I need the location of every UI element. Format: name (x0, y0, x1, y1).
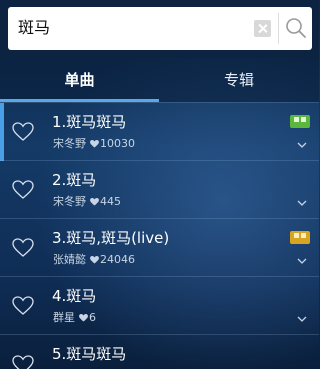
song-title: 5.斑马斑马 (52, 345, 127, 363)
song-artist: 张婧懿 (53, 253, 86, 266)
song-meta: 张婧懿 24046 (53, 253, 135, 267)
heart-icon (90, 140, 99, 148)
hq-badge (290, 115, 310, 128)
song-artist: 宋冬野 (53, 137, 86, 150)
song-meta: 群星 6 (53, 311, 96, 325)
search-divider (278, 13, 279, 44)
list-item[interactable]: 3.斑马,斑马(live) 张婧懿 24046 (0, 218, 319, 276)
heart-outline-icon[interactable] (12, 180, 34, 200)
heart-outline-icon[interactable] (12, 296, 34, 316)
sq-badge (290, 231, 310, 244)
tab-albums[interactable]: 专辑 (159, 58, 319, 102)
song-title: 3.斑马,斑马(live) (52, 229, 170, 247)
chevron-down-icon[interactable] (297, 258, 307, 265)
search-bar: 斑马 (0, 0, 319, 58)
heart-outline-icon[interactable] (12, 355, 34, 369)
heart-icon (90, 198, 99, 206)
heart-outline-icon[interactable] (12, 122, 34, 142)
song-title: 4.斑马 (52, 287, 97, 305)
heart-icon (79, 314, 88, 322)
search-input[interactable]: 斑马 (18, 18, 50, 38)
heart-outline-icon[interactable] (12, 238, 34, 258)
song-artist: 宋冬野 (53, 195, 86, 208)
badge-mark (294, 233, 306, 238)
song-title: 1.斑马斑马 (52, 113, 127, 131)
song-meta: 宋冬野 445 (53, 195, 121, 209)
tab-singles[interactable]: 单曲 (0, 58, 159, 102)
list-item[interactable]: 5.斑马斑马 (0, 334, 319, 369)
song-likes: 24046 (100, 253, 135, 266)
list-item[interactable]: 2.斑马 宋冬野 445 (0, 160, 319, 218)
heart-icon (90, 256, 99, 264)
chevron-down-icon[interactable] (297, 200, 307, 207)
song-likes: 6 (89, 311, 96, 324)
clear-icon[interactable] (254, 20, 271, 37)
list-item[interactable]: 4.斑马 群星 6 (0, 276, 319, 334)
song-title: 2.斑马 (52, 171, 97, 189)
search-icon[interactable] (284, 16, 308, 40)
active-row-indicator (0, 103, 4, 161)
chevron-down-icon[interactable] (297, 142, 307, 149)
song-likes: 445 (100, 195, 121, 208)
song-likes: 10030 (100, 137, 135, 150)
chevron-down-icon[interactable] (297, 316, 307, 323)
song-meta: 宋冬野 10030 (53, 137, 135, 151)
song-artist: 群星 (53, 311, 75, 324)
search-box[interactable]: 斑马 (8, 7, 312, 50)
tab-bar: 单曲 专辑 (0, 58, 319, 102)
list-item[interactable]: 1.斑马斑马 宋冬野 10030 (0, 102, 319, 161)
badge-mark (294, 117, 306, 122)
